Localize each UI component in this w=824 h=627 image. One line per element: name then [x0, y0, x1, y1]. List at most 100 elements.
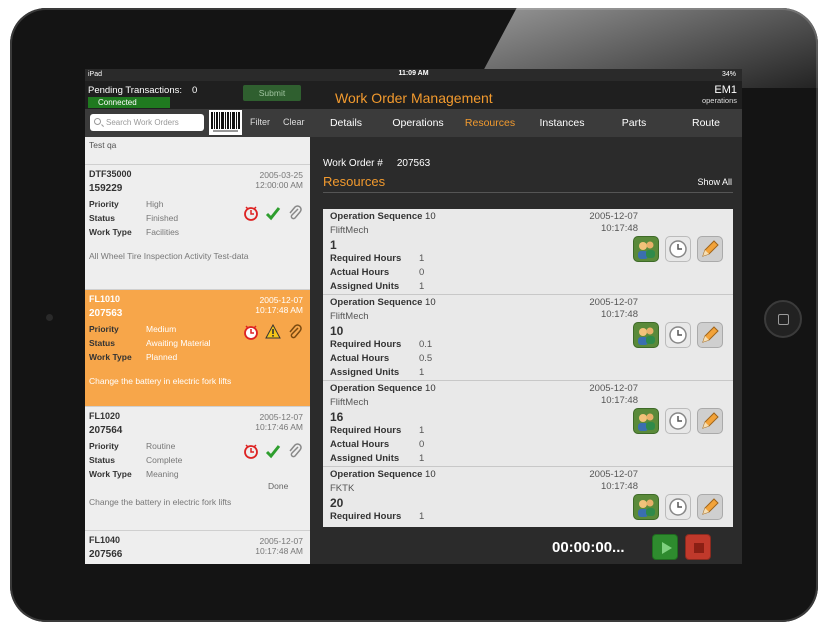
paperclip-icon[interactable]: [287, 205, 303, 221]
clock: 11:09 AM: [398, 70, 429, 77]
priority-label: Priority: [89, 441, 119, 451]
priority-value: High: [146, 199, 164, 209]
tab-details[interactable]: Details: [310, 109, 382, 137]
detail-tabs: Details Operations Resources Instances P…: [310, 109, 742, 137]
clock-alarm-icon[interactable]: [243, 205, 259, 221]
actual-hours-label: Actual Hours: [330, 439, 390, 450]
filter-button[interactable]: Filter: [250, 117, 270, 127]
work-order-item-selected[interactable]: FL1010 207563 2005-12-07 10:17:48 AM Prio…: [85, 290, 310, 407]
work-order-icons: [243, 205, 303, 223]
ipad-device: iPad 11:09 AM 34% Pending Transactions: 0…: [10, 8, 818, 622]
tab-parts[interactable]: Parts: [598, 109, 670, 137]
time-entry-button[interactable]: [665, 322, 691, 348]
actual-hours-value: 0.5: [419, 353, 433, 364]
work-type-value: Planned: [146, 352, 178, 362]
assign-users-button[interactable]: [633, 494, 659, 520]
priority-value: Medium: [146, 324, 177, 334]
status-value: Finished: [146, 213, 179, 223]
resource-equipment: FliftMech: [330, 311, 369, 322]
work-order-list[interactable]: Test qa DTF35000 159229 2005-03-25 12:00:…: [85, 137, 310, 564]
work-type-label: Work Type: [89, 469, 132, 479]
users-icon: [638, 327, 655, 345]
edit-button[interactable]: [697, 236, 723, 262]
clock-alarm-icon[interactable]: [243, 443, 259, 459]
tab-instances[interactable]: Instances: [526, 109, 598, 137]
resource-item[interactable]: Operation Sequence 10 2005-12-07 10:17:48…: [323, 295, 733, 381]
paperclip-icon[interactable]: [287, 443, 303, 459]
play-button[interactable]: [652, 534, 678, 560]
required-hours-label: Required Hours: [330, 511, 402, 522]
work-order-item[interactable]: FL1040 207566 2005-12-07 10:17:48 AM: [85, 531, 310, 564]
timer-display: 00:00:00...: [552, 539, 625, 556]
resource-date: 2005-12-07 10:17:48: [589, 211, 638, 234]
work-order-icons: [243, 443, 303, 461]
work-order-description: Change the battery in electric fork lift…: [89, 376, 232, 386]
tab-resources[interactable]: Resources: [454, 109, 526, 137]
barcode-scan-icon[interactable]: [209, 110, 242, 135]
resource-item[interactable]: Operation Sequence 10 2005-12-07 10:17:48…: [323, 381, 733, 467]
work-order-description: Change the battery in electric fork lift…: [89, 497, 232, 507]
pending-transactions: Pending Transactions: 0: [88, 85, 197, 96]
status-value: Awaiting Material: [146, 338, 211, 348]
detail-pane: Work Order # 207563 Resources Show All Op…: [310, 137, 742, 564]
resources-list[interactable]: Operation Sequence 10 2005-12-07 10:17:48…: [323, 209, 733, 527]
stop-button[interactable]: [685, 534, 711, 560]
pencil-icon: [702, 240, 719, 257]
work-order-date: 2005-12-07 10:17:46 AM: [255, 412, 303, 432]
time-entry-button[interactable]: [665, 408, 691, 434]
assigned-units-label: Assigned Units: [330, 453, 400, 464]
users-icon: [638, 499, 655, 517]
edit-button[interactable]: [697, 322, 723, 348]
tab-operations[interactable]: Operations: [382, 109, 454, 137]
resource-item[interactable]: Operation Sequence 10 2005-12-07 10:17:48…: [323, 467, 733, 527]
work-order-item[interactable]: DTF35000 159229 2005-03-25 12:00:00 AM Pr…: [85, 165, 310, 290]
battery-level: 34%: [721, 71, 736, 78]
home-button[interactable]: [764, 300, 802, 338]
toolbar: Search Work Orders Filter Clear Details …: [85, 109, 742, 137]
operation-sequence: Operation Sequence 10: [330, 383, 436, 394]
priority-label: Priority: [89, 199, 119, 209]
work-order-code: FL1010: [89, 294, 121, 304]
resource-id: 16: [330, 410, 344, 424]
connection-badge: Connected: [88, 97, 170, 108]
search-input[interactable]: Search Work Orders: [90, 114, 204, 131]
work-type-label: Work Type: [89, 227, 132, 237]
user-name: EM1: [714, 84, 737, 96]
required-hours-value: 1: [419, 511, 425, 522]
assigned-units-label: Assigned Units: [330, 367, 400, 378]
submit-button[interactable]: Submit: [243, 85, 301, 101]
clock-icon: [669, 240, 687, 258]
assign-users-button[interactable]: [633, 322, 659, 348]
resource-date: 2005-12-07 10:17:48: [589, 469, 638, 492]
actual-hours-label: Actual Hours: [330, 267, 390, 278]
time-entry-button[interactable]: [665, 236, 691, 262]
resource-item[interactable]: Operation Sequence 10 2005-12-07 10:17:48…: [323, 209, 733, 295]
work-order-item[interactable]: FL1020 207564 2005-12-07 10:17:46 AM Prio…: [85, 407, 310, 531]
assign-users-button[interactable]: [633, 236, 659, 262]
assign-users-button[interactable]: [633, 408, 659, 434]
pending-label: Pending Transactions:: [88, 85, 183, 96]
clock-icon: [669, 498, 687, 516]
show-all-button[interactable]: Show All: [697, 177, 732, 187]
work-order-number: 159229: [89, 183, 123, 194]
work-order-date: 2005-12-07 10:17:48 AM: [255, 295, 303, 315]
work-order-header: Work Order # 207563: [323, 158, 430, 169]
tab-route[interactable]: Route: [670, 109, 742, 137]
clock-alarm-icon[interactable]: [243, 324, 259, 340]
search-icon: [94, 118, 101, 125]
list-item-previous[interactable]: Test qa: [85, 137, 310, 165]
time-entry-button[interactable]: [665, 494, 691, 520]
check-icon: [265, 445, 281, 459]
actual-hours-value: 0: [419, 267, 425, 278]
users-icon: [638, 413, 655, 431]
work-order-code: FL1020: [89, 411, 121, 421]
camera: [46, 314, 53, 321]
edit-button[interactable]: [697, 408, 723, 434]
paperclip-icon[interactable]: [287, 324, 303, 340]
resource-equipment: FliftMech: [330, 397, 369, 408]
users-icon: [638, 241, 655, 259]
work-order-icons: [243, 324, 303, 342]
edit-button[interactable]: [697, 494, 723, 520]
operation-sequence: Operation Sequence 10: [330, 469, 436, 480]
clear-button[interactable]: Clear: [283, 117, 305, 127]
